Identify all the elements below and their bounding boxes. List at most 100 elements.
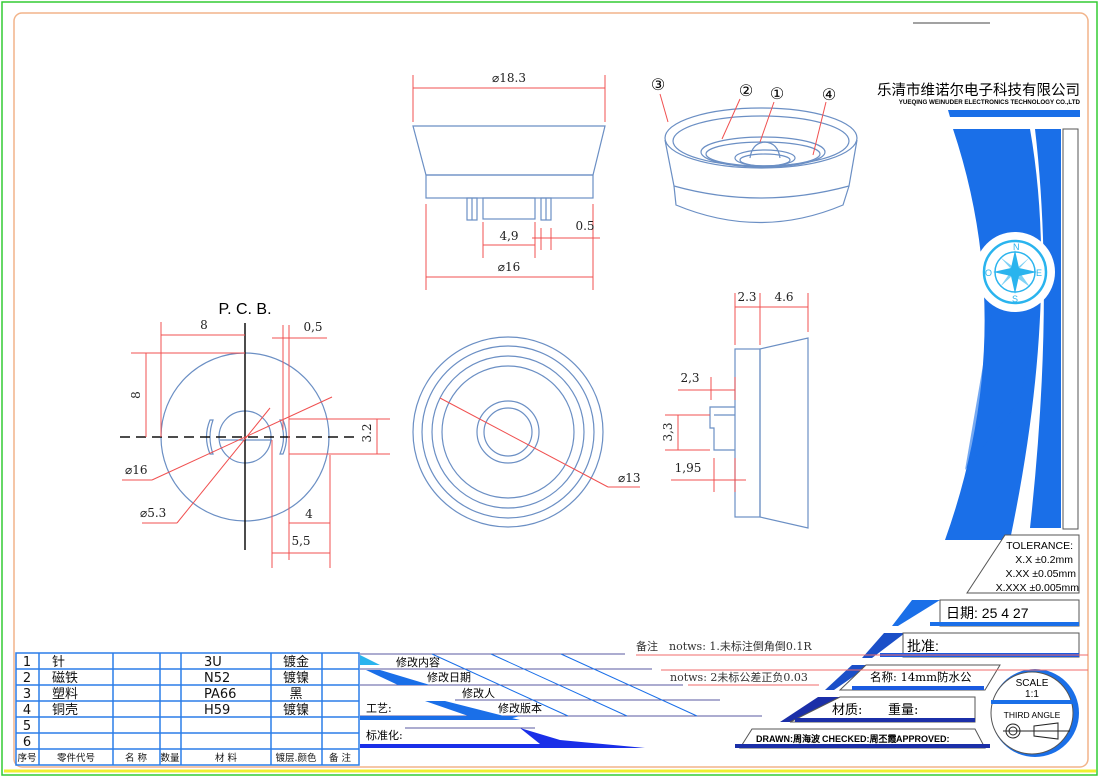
header-material: 材 料	[215, 752, 238, 764]
bom-material: 3U	[204, 655, 222, 670]
projection-label: THIRD ANGLE	[1004, 710, 1061, 720]
pcb-dim-0-5: 0,5	[303, 320, 322, 334]
pcb-dim-4: 4	[305, 507, 313, 521]
side-dim-1-95: 1,95	[675, 461, 702, 475]
note-1: notws: 1.未标注倒角倒0.1R	[669, 639, 812, 653]
bom-material: H59	[204, 703, 230, 718]
bom-finish: 镀镍	[283, 702, 309, 718]
side-dim-4-6: 4.6	[774, 290, 793, 304]
header-qty: 数量	[160, 752, 180, 764]
material-label: 材质:	[832, 703, 862, 718]
revision-version: 修改版本	[498, 701, 542, 715]
balloon-4: ④	[822, 87, 836, 104]
scale-projection-badge: SCALE 1:1 THIRD ANGLE	[990, 669, 1079, 757]
pcb-dim-3-2: 3.2	[360, 423, 374, 442]
bom-row: 2 磁铁 N52 镀镍	[23, 670, 309, 686]
tolerance-x-xx: X.XX ±0.05mm	[1005, 568, 1076, 580]
header-part-code: 零件代号	[57, 752, 95, 764]
bom-row: 6	[23, 735, 31, 750]
revision-date: 修改日期	[427, 670, 471, 684]
revision-block: 修改内容 修改日期 修改人 工艺: 修改版本 标准化:	[360, 653, 762, 748]
scale-label: SCALE	[1016, 678, 1049, 689]
pcb-dim-dia-16: ⌀16	[125, 463, 148, 477]
pcb-dim-8-horizontal: 8	[200, 318, 208, 332]
header-finish: 镀层.颜色	[275, 752, 317, 764]
bom-row: 5	[23, 719, 31, 734]
name-row: 名称: 14mm防水公	[825, 664, 1001, 691]
product-name: 名称: 14mm防水公	[870, 670, 972, 684]
company-name-cn: 乐清市维诺尔电子科技有限公司	[877, 82, 1080, 99]
balloon-3: ③	[651, 77, 665, 94]
bom-finish: 黑	[289, 687, 302, 702]
company-header: 乐清市维诺尔电子科技有限公司 YUEQING WEINUDER ELECTRON…	[877, 82, 1081, 117]
bom-material: PA66	[204, 687, 236, 702]
bom-row: 3 塑料 PA66 黑	[23, 687, 303, 702]
bom-row: 1 针 3U 镀金	[23, 654, 309, 670]
dim-dia-18-3: ⌀18.3	[492, 71, 526, 85]
top-dim-dia-13: ⌀13	[618, 471, 641, 485]
compass-e: E	[1036, 268, 1042, 278]
bom-part: 针	[52, 655, 65, 670]
weight-label: 重量:	[888, 702, 918, 718]
bom-part: 塑料	[52, 687, 78, 702]
compass-s: S	[1012, 294, 1018, 304]
bom-no: 6	[23, 735, 31, 750]
drawing-sheet: ⌀18.3 ⌀16 4,9 0.5 ③ ② ① ④ P. C. B. 8 8 0…	[0, 0, 1100, 778]
checked-by: CHECKED:周丕霞	[822, 734, 898, 744]
company-name-en: YUEQING WEINUDER ELECTRONICS TECHNOLOGY …	[899, 99, 1081, 106]
dim-4-9: 4,9	[499, 229, 518, 243]
tolerance-title: TOLERANCE:	[1006, 540, 1073, 552]
bom-row: 4 铜壳 H59 镀镍	[23, 702, 309, 718]
note-2: notws: 2未标公差正负0.03	[670, 670, 808, 684]
date-row: 日期: 25 4 27	[892, 599, 1080, 627]
bom-part: 磁铁	[52, 671, 78, 686]
compass-n: N	[1013, 242, 1020, 252]
bom-part: 铜壳	[52, 703, 78, 718]
bom-no: 1	[23, 655, 31, 670]
revision-person: 修改人	[462, 686, 495, 700]
dim-0-5: 0.5	[575, 219, 594, 233]
bom-no: 5	[23, 719, 31, 734]
isometric-view: ③ ② ① ④	[651, 77, 858, 224]
compass-logo: N E S O	[975, 232, 1055, 312]
tolerance-x-xxx: X.XXX ±0.005mm	[996, 582, 1080, 594]
pcb-dim-dia-5-3: ⌀5.3	[140, 506, 166, 520]
compass-o: O	[985, 268, 992, 278]
pcb-dim-8-vertical: 8	[129, 391, 143, 399]
pcb-view: P. C. B. 8 8 0,5 3.2 ⌀16 ⌀5.3 4 5,5	[120, 301, 390, 568]
bom-table: 1 针 3U 镀金 2 磁铁 N52 镀镍 3 塑料 PA66 黑 4 铜壳 H59 镀镍 56 序号 零件代号…	[15, 652, 360, 766]
side-view: 2.3 4.6 2,3 3,3 1,95	[661, 290, 809, 529]
standardization-label: 标准化:	[366, 728, 403, 742]
dim-dia-16: ⌀16	[498, 260, 521, 274]
notes-label: 备注	[636, 639, 658, 653]
approve-row: 批准:	[862, 632, 1080, 658]
tolerance-x-x: X.X ±0.2mm	[1015, 554, 1073, 566]
header-no: 序号	[17, 752, 36, 764]
balloon-2: ②	[739, 83, 753, 100]
approved-by: APPROVED:	[896, 734, 950, 744]
drawn-by: DRAWN:周海波	[756, 733, 821, 744]
bom-no: 4	[23, 703, 31, 718]
header-remark: 备 注	[329, 752, 352, 764]
scale-value: 1:1	[1025, 689, 1039, 700]
pcb-title: P. C. B.	[218, 301, 271, 318]
side-dim-3-3: 3,3	[661, 422, 675, 441]
bom-header-row: 序号 零件代号 名 称 数量 材 料 镀层.颜色 备 注	[17, 752, 351, 764]
bom-no: 2	[23, 671, 31, 686]
bom-no: 3	[23, 687, 31, 702]
front-view: ⌀18.3 ⌀16 4,9 0.5	[412, 71, 606, 290]
tolerance-box: TOLERANCE: X.X ±0.2mm X.XX ±0.05mm X.XXX…	[966, 534, 1080, 594]
side-dim-2-3: 2,3	[680, 371, 699, 385]
side-dim-2-3-top: 2.3	[737, 290, 756, 304]
balloon-1: ①	[770, 86, 784, 103]
revision-content: 修改内容	[396, 655, 440, 669]
pcb-dim-5-5: 5,5	[291, 534, 310, 548]
decorative-swoosh	[945, 128, 1079, 540]
bom-material: N52	[204, 671, 230, 686]
outer-frame	[1, 1, 1098, 776]
top-view: ⌀13	[412, 336, 641, 528]
date-value: 日期: 25 4 27	[946, 605, 1029, 621]
process-label: 工艺:	[366, 702, 392, 715]
signature-row: DRAWN:周海波 CHECKED:周丕霞 APPROVED:	[735, 728, 990, 749]
bom-finish: 镀金	[283, 654, 309, 670]
